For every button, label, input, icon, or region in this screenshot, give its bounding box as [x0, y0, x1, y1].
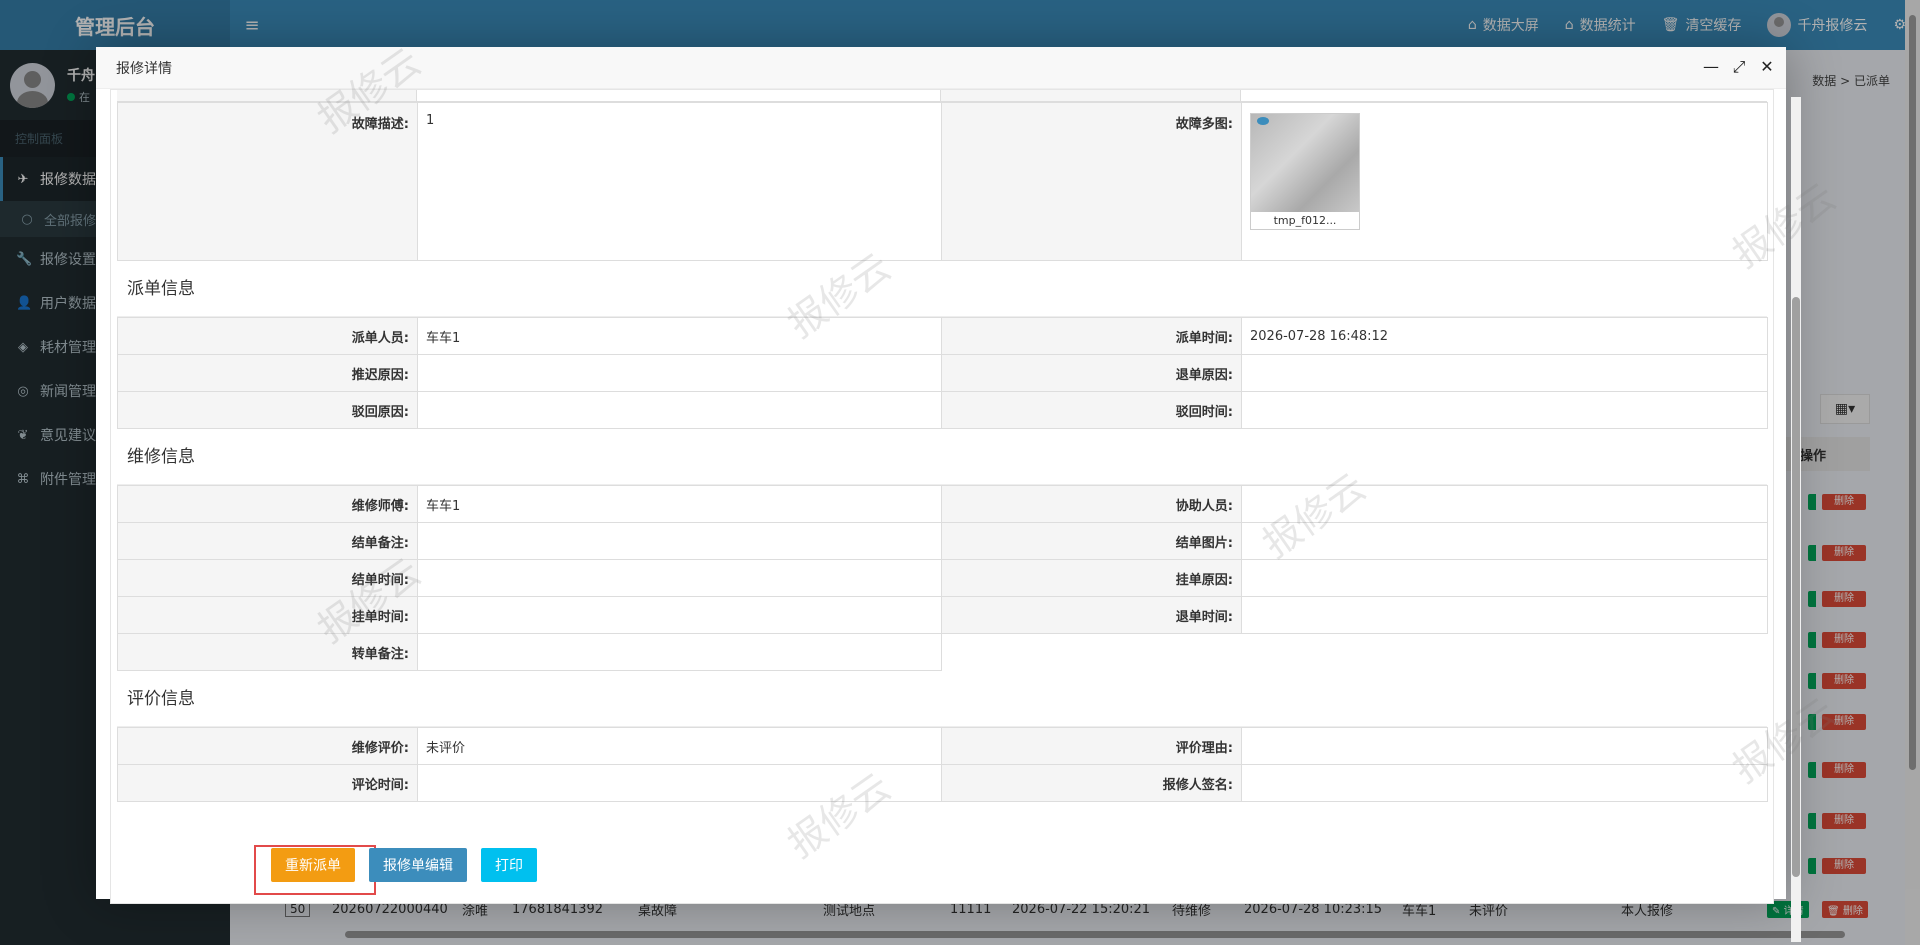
table-row: 故障描述: 1 故障多图: tmp_f012...	[117, 102, 1768, 261]
modal-title: 报修详情	[116, 60, 172, 77]
modal-body: 故障描述: 1 故障多图: tmp_f012... 派单信息 派单人员: 车车1…	[110, 89, 1774, 909]
table-row: 挂单时间: 退单时间:	[117, 596, 1768, 634]
table-row: 评论时间: 报修人签名:	[117, 764, 1768, 802]
table-row: 结单备注: 结单图片:	[117, 522, 1768, 560]
minimize-icon[interactable]: —	[1702, 57, 1720, 77]
print-button[interactable]: 打印	[481, 848, 537, 882]
repair-detail-modal: 报修详情 — ⤢ ✕ 故障描述: 1 故障多图: tmp_f012... 派单信…	[96, 47, 1801, 942]
table-row: 结单时间: 挂单原因:	[117, 559, 1768, 597]
close-icon[interactable]: ✕	[1758, 57, 1776, 77]
fault-table: 故障描述: 1 故障多图: tmp_f012...	[117, 102, 1768, 261]
table-row: 推迟原因: 退单原因:	[117, 354, 1768, 392]
action-buttons: 重新派单 报修单编辑 打印	[271, 840, 537, 890]
image-caption: tmp_f012...	[1273, 214, 1337, 227]
evaluation-section-title: 评价信息	[117, 671, 1767, 727]
fault-image-thumbnail[interactable]: tmp_f012...	[1250, 113, 1360, 230]
dispatch-table: 派单人员: 车车1 派单时间: 2026-07-28 16:48:12 推迟原因…	[117, 317, 1768, 429]
table-row: 维修师傅: 车车1 协助人员:	[117, 485, 1768, 523]
redispatch-button[interactable]: 重新派单	[271, 848, 355, 882]
modal-title-bar: 报修详情 — ⤢ ✕	[96, 47, 1786, 89]
table-row: 转单备注:	[117, 633, 1768, 671]
table-row: 派单人员: 车车1 派单时间: 2026-07-28 16:48:12	[117, 317, 1768, 355]
maximize-icon[interactable]: ⤢	[1730, 57, 1748, 77]
edit-repair-order-button[interactable]: 报修单编辑	[369, 848, 467, 882]
fault-description: 1	[417, 102, 942, 261]
table-row: 驳回原因: 驳回时间:	[117, 391, 1768, 429]
eye-icon[interactable]	[1257, 117, 1269, 125]
repair-section-title: 维修信息	[117, 429, 1767, 485]
repair-table: 维修师傅: 车车1 协助人员: 结单备注: 结单图片: 结单时间: 挂单原因:	[117, 485, 1768, 671]
table-row: 维修评价: 未评价 评价理由:	[117, 727, 1768, 765]
detail-sheet: 故障描述: 1 故障多图: tmp_f012... 派单信息 派单人员: 车车1…	[110, 89, 1774, 904]
dispatch-section-title: 派单信息	[117, 261, 1767, 317]
modal-scrollbar[interactable]	[1791, 97, 1801, 942]
evaluation-table: 维修评价: 未评价 评价理由: 评论时间: 报修人签名:	[117, 727, 1768, 802]
